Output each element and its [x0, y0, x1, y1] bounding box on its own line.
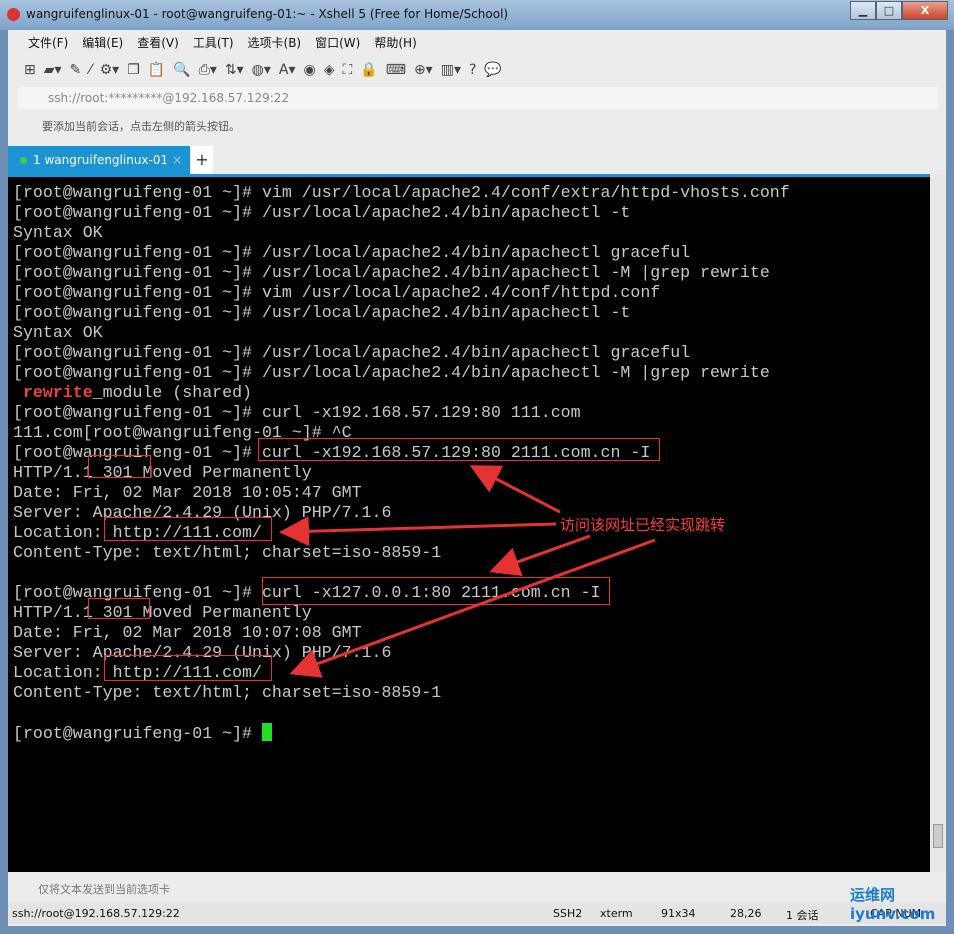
watermark-logo: 运维网 iyunv.com — [850, 886, 936, 923]
annotation-arrows — [279, 465, 656, 678]
annotation-text: 访问该网址已经实现跳转 — [560, 516, 726, 534]
